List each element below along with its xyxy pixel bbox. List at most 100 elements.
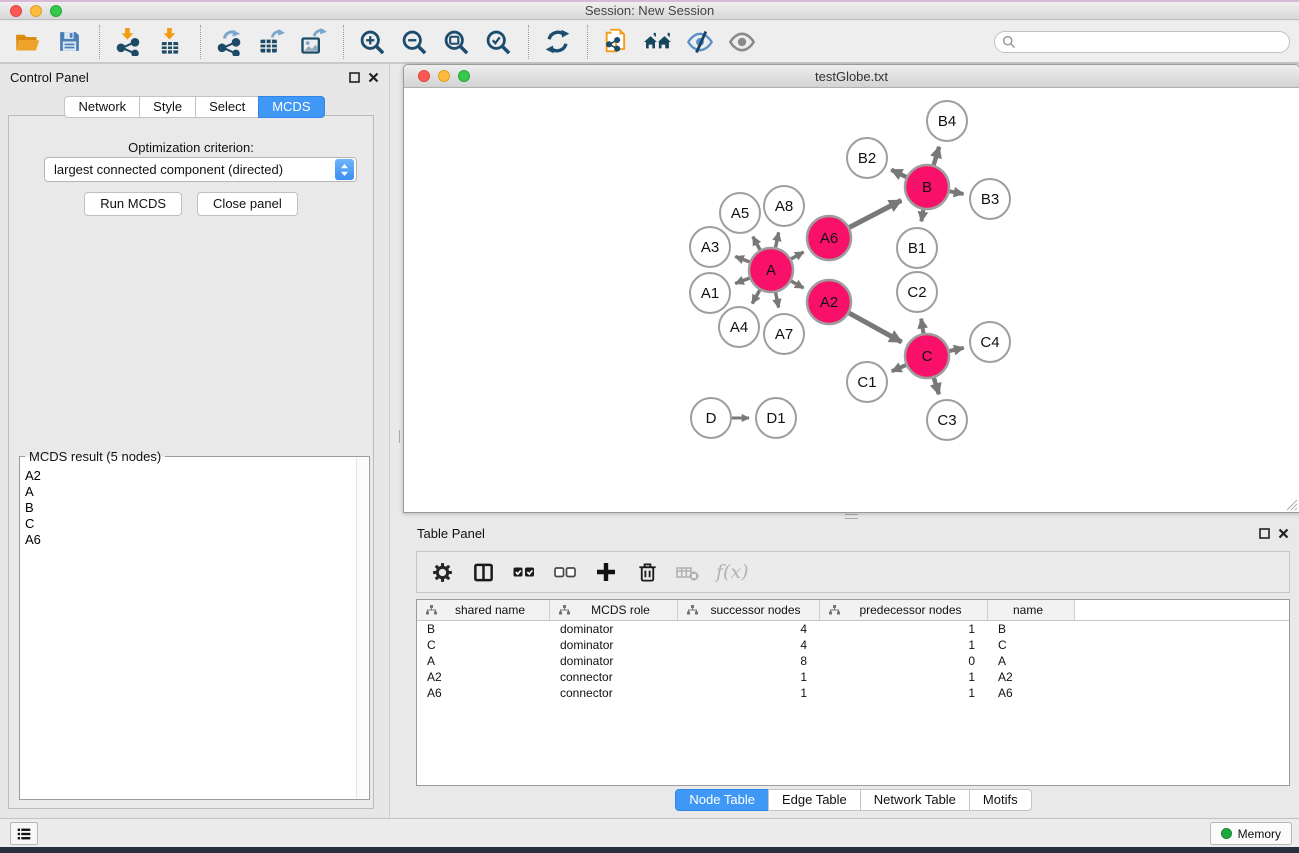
- float-table-panel-icon[interactable]: [1259, 528, 1270, 539]
- export-image-icon[interactable]: [297, 25, 329, 59]
- result-item[interactable]: A2: [25, 468, 355, 484]
- horizontal-splitter-handle[interactable]: [845, 514, 858, 519]
- table-header-row: shared nameMCDS rolesuccessor nodesprede…: [417, 600, 1289, 621]
- table-cell: 1: [820, 622, 988, 636]
- search-input[interactable]: [1016, 35, 1289, 49]
- column-header-MCDS-role[interactable]: MCDS role: [550, 600, 678, 621]
- select-all-icon[interactable]: [511, 559, 537, 585]
- table-row[interactable]: Adominator80A: [417, 653, 1289, 669]
- main-area: Control Panel NetworkStyleSelectMCDS Opt…: [0, 64, 1299, 818]
- show-all-icon[interactable]: [726, 25, 758, 59]
- resize-grip-icon[interactable]: [1284, 497, 1298, 511]
- column-header-predecessor-nodes[interactable]: predecessor nodes: [820, 600, 988, 621]
- graph-node-label: B: [922, 179, 932, 196]
- graph-edge-A-A4: [752, 290, 760, 303]
- run-mcds-button[interactable]: Run MCDS: [84, 192, 182, 216]
- graph-node-label: A7: [775, 326, 793, 343]
- table-row[interactable]: Cdominator41C: [417, 637, 1289, 653]
- table-cell: 8: [678, 654, 820, 668]
- zoom-out-icon[interactable]: [398, 25, 430, 59]
- column-header-shared-name[interactable]: shared name: [417, 600, 550, 621]
- search-field[interactable]: [994, 31, 1290, 53]
- tab-select[interactable]: Select: [195, 96, 259, 118]
- zoom-in-icon[interactable]: [356, 25, 388, 59]
- table-cell: C: [417, 638, 550, 652]
- first-neighbors-icon[interactable]: [642, 25, 674, 59]
- graph-node-label: A6: [820, 230, 838, 247]
- column-type-icon: [559, 605, 570, 615]
- network-canvas[interactable]: B4B2BB3A5A8A6A3B1AC2A1A2A4A7CC4C1C3DD1: [404, 89, 1299, 512]
- function-builder-icon[interactable]: f(x): [716, 559, 749, 585]
- tab-mcds[interactable]: MCDS: [258, 96, 324, 118]
- import-table-icon[interactable]: [154, 25, 186, 59]
- graph-edge-C-C4: [949, 348, 963, 351]
- table-toolbar: f(x): [416, 551, 1290, 593]
- graph-edge-A-A3: [735, 257, 749, 262]
- network-window-titlebar[interactable]: testGlobe.txt: [404, 65, 1299, 88]
- result-scrollbar[interactable]: [356, 458, 368, 798]
- network-close-button[interactable]: [418, 70, 430, 82]
- show-column-icon[interactable]: [470, 559, 496, 585]
- close-panel-button[interactable]: Close panel: [197, 192, 298, 216]
- import-network-icon[interactable]: [112, 25, 144, 59]
- zoom-window-button[interactable]: [50, 5, 62, 17]
- result-item[interactable]: A: [25, 484, 355, 500]
- table-row[interactable]: A6connector11A6: [417, 685, 1289, 701]
- column-type-icon: [829, 605, 840, 615]
- column-header-successor-nodes[interactable]: successor nodes: [678, 600, 820, 621]
- table-settings-icon[interactable]: [429, 559, 455, 585]
- result-item[interactable]: A6: [25, 532, 355, 548]
- graph-node-label: B3: [981, 191, 999, 208]
- memory-button[interactable]: Memory: [1210, 822, 1292, 845]
- result-item[interactable]: B: [25, 500, 355, 516]
- deselect-all-icon[interactable]: [552, 559, 578, 585]
- table-cell: connector: [550, 670, 678, 684]
- new-network-from-selection-icon[interactable]: [600, 25, 632, 59]
- graph-edge-A-A8: [776, 232, 779, 247]
- delete-table-icon[interactable]: [675, 559, 701, 585]
- graph-node-label: D: [706, 410, 717, 427]
- result-item[interactable]: C: [25, 516, 355, 532]
- close-table-panel-icon[interactable]: [1278, 528, 1289, 539]
- column-header-name[interactable]: name: [988, 600, 1075, 621]
- network-zoom-button[interactable]: [458, 70, 470, 82]
- network-minimize-button[interactable]: [438, 70, 450, 82]
- mcds-result-list[interactable]: A2ABCA6: [22, 468, 355, 797]
- export-network-icon[interactable]: [213, 25, 245, 59]
- tab-network-table[interactable]: Network Table: [860, 789, 970, 811]
- table-row[interactable]: Bdominator41B: [417, 621, 1289, 637]
- table-body: Bdominator41BCdominator41CAdominator80AA…: [417, 621, 1289, 701]
- task-history-button[interactable]: [10, 822, 38, 845]
- close-panel-icon[interactable]: [368, 72, 379, 83]
- graph-node-label: A1: [701, 285, 719, 302]
- tab-node-table[interactable]: Node Table: [675, 789, 769, 811]
- open-session-icon[interactable]: [11, 25, 43, 59]
- float-panel-icon[interactable]: [349, 72, 360, 83]
- mcds-result-box: MCDS result (5 nodes) A2ABCA6: [19, 456, 370, 800]
- table-cell: C: [988, 638, 1075, 652]
- graph-node-label: B1: [908, 240, 926, 257]
- hide-selected-icon[interactable]: [684, 25, 716, 59]
- minimize-window-button[interactable]: [30, 5, 42, 17]
- table-row[interactable]: A2connector11A2: [417, 669, 1289, 685]
- refresh-icon[interactable]: [541, 25, 573, 59]
- table-header-filler: [1075, 600, 1289, 621]
- tab-network[interactable]: Network: [64, 96, 140, 118]
- tab-style[interactable]: Style: [139, 96, 196, 118]
- tab-edge-table[interactable]: Edge Table: [768, 789, 861, 811]
- close-window-button[interactable]: [10, 5, 22, 17]
- graph-edge-C-C1: [892, 365, 906, 371]
- table-cell: 4: [678, 638, 820, 652]
- zoom-selected-icon[interactable]: [482, 25, 514, 59]
- graph-node-label: C2: [907, 284, 926, 301]
- zoom-fit-icon[interactable]: [440, 25, 472, 59]
- export-table-icon[interactable]: [255, 25, 287, 59]
- graph-node-label: C: [922, 348, 933, 365]
- add-row-icon[interactable]: [593, 559, 619, 585]
- column-type-icon: [687, 605, 698, 615]
- tab-motifs[interactable]: Motifs: [969, 789, 1032, 811]
- table-cell: A6: [988, 686, 1075, 700]
- delete-row-icon[interactable]: [634, 559, 660, 585]
- save-session-icon[interactable]: [53, 25, 85, 59]
- criterion-select[interactable]: largest connected component (directed): [44, 157, 357, 182]
